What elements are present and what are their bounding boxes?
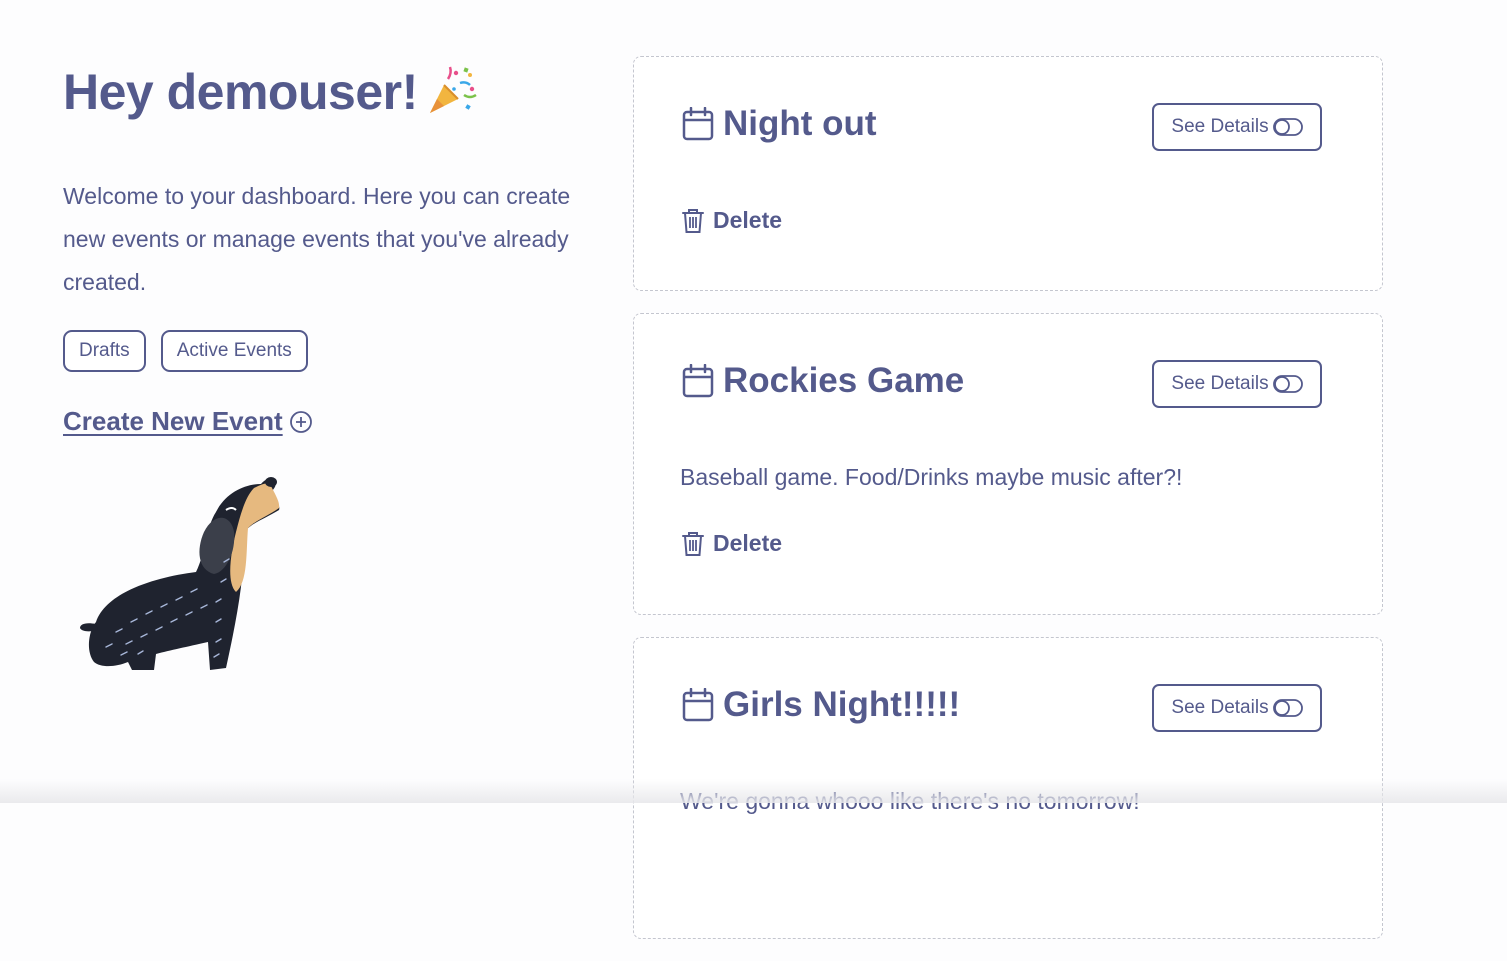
event-title-row: Night out: [682, 104, 877, 144]
delete-label: Delete: [713, 207, 783, 233]
toggle-off-icon: [1272, 375, 1303, 393]
event-description: Baseball game. Food/Drinks maybe music a…: [680, 464, 1183, 490]
delete-label: Delete: [713, 530, 783, 556]
event-title: Night out: [723, 104, 877, 143]
dog-illustration: [80, 477, 280, 670]
see-details-label: See Details: [1171, 373, 1269, 394]
greeting-text: Hey demouser!: [63, 64, 418, 120]
plus-circle-icon: [289, 410, 312, 433]
party-popper-icon: [429, 66, 477, 113]
trash-icon: [682, 531, 704, 556]
event-filters: Drafts Active Events: [63, 330, 608, 372]
calendar-icon: [682, 107, 714, 141]
calendar-icon: [682, 364, 714, 398]
see-details-button[interactable]: See Details: [1152, 684, 1322, 732]
event-title: Girls Night!!!!!: [723, 685, 961, 724]
event-list: Night out See Details Delete Rockies Gam…: [633, 56, 1383, 961]
see-details-label: See Details: [1171, 116, 1269, 137]
event-title-row: Girls Night!!!!!: [682, 685, 960, 725]
delete-event-button[interactable]: Delete: [682, 530, 782, 557]
page-title: Hey demouser!: [63, 60, 608, 124]
see-details-button[interactable]: See Details: [1152, 103, 1322, 151]
event-card: Rockies Game See Details Baseball game. …: [633, 313, 1383, 615]
event-card: Night out See Details Delete: [633, 56, 1383, 291]
toggle-off-icon: [1272, 699, 1303, 717]
trash-icon: [682, 208, 704, 233]
see-details-button[interactable]: See Details: [1152, 360, 1322, 408]
event-title: Rockies Game: [723, 361, 965, 400]
delete-event-button[interactable]: Delete: [682, 207, 782, 234]
drafts-button[interactable]: Drafts: [63, 330, 146, 372]
event-description: We're gonna whooo like there's no tomorr…: [680, 788, 1140, 814]
dashboard-intro-panel: Hey demouser! Welcome to your dashboard.…: [63, 60, 608, 437]
event-title-row: Rockies Game: [682, 361, 964, 401]
active-events-button[interactable]: Active Events: [160, 330, 308, 372]
event-card: Girls Night!!!!! See Details We're gonna…: [633, 637, 1383, 939]
calendar-icon: [682, 688, 714, 722]
toggle-off-icon: [1272, 118, 1303, 136]
welcome-text: Welcome to your dashboard. Here you can …: [63, 183, 571, 295]
see-details-label: See Details: [1171, 697, 1269, 718]
create-new-event-label: Create New Event: [63, 406, 283, 436]
create-new-event-link[interactable]: Create New Event: [63, 406, 608, 437]
